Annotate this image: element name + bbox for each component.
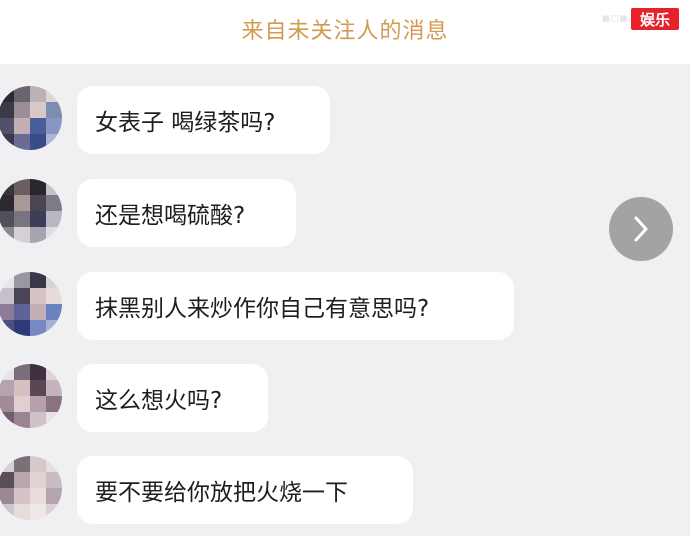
message-bubble[interactable]: 还是想喝硫酸? [77,179,296,247]
avatar[interactable] [0,456,62,520]
watermark-label: 娱乐 [639,10,670,29]
message-bubble[interactable]: 要不要给你放把火烧一下 [77,456,413,524]
avatar[interactable] [0,272,62,336]
page-title: 来自未关注人的消息 [241,19,449,44]
chevron-right-icon [626,214,656,244]
next-button[interactable] [609,197,673,261]
message-text: 女表子 喝绿茶吗? [95,110,276,136]
message-row: 要不要给你放把火烧一下 [0,456,690,536]
message-row: 这么想火吗? [0,364,690,444]
message-text: 抹黑别人来炒作你自己有意思吗? [95,296,430,322]
message-bubble[interactable]: 抹黑别人来炒作你自己有意思吗? [77,272,514,340]
message-text: 这么想火吗? [95,388,223,414]
header-bar: 来自未关注人的消息 [0,0,690,64]
avatar[interactable] [0,86,62,150]
message-bubble[interactable]: 这么想火吗? [77,364,268,432]
avatar[interactable] [0,179,62,243]
watermark-shadow: ▪▫▪ [601,11,628,26]
message-row: 还是想喝硫酸? [0,179,690,259]
message-list[interactable]: 女表子 喝绿茶吗? 还是想喝硫酸? 抹黑别人来炒作你自己有意思吗? 这么想火吗?… [0,64,690,524]
message-text: 还是想喝硫酸? [95,203,246,229]
message-text: 要不要给你放把火烧一下 [95,480,348,506]
message-row: 女表子 喝绿茶吗? [0,86,690,166]
avatar[interactable] [0,364,62,428]
message-bubble[interactable]: 女表子 喝绿茶吗? [77,86,330,154]
message-row: 抹黑别人来炒作你自己有意思吗? [0,272,690,352]
watermark-logo: 娱乐 [631,8,679,30]
